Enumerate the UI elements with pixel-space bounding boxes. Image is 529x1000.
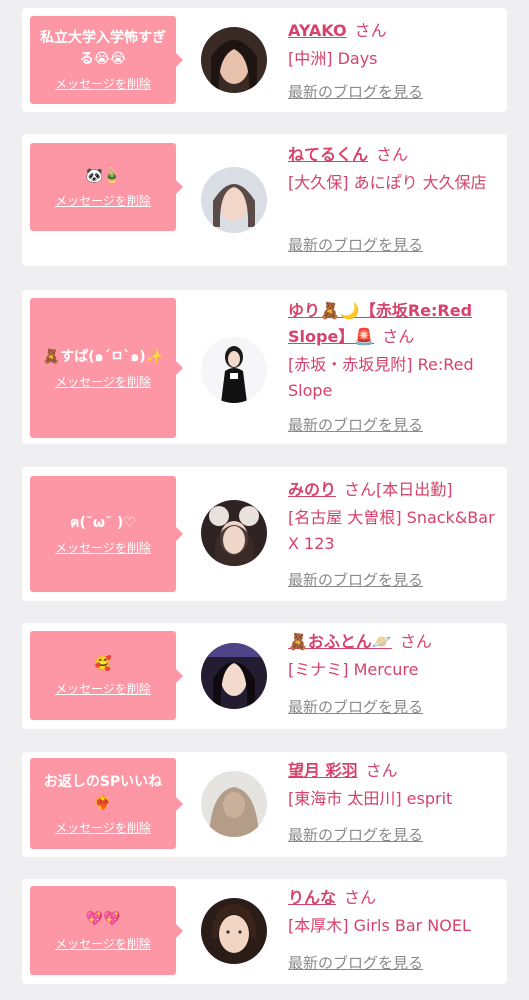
message-text: ฅ(˘ω˘ )♡ — [70, 514, 136, 531]
avatar[interactable] — [201, 771, 267, 837]
avatar[interactable] — [201, 27, 267, 93]
honorific: さん — [376, 145, 409, 164]
sender-name-link[interactable]: ねてるくん — [288, 145, 368, 164]
honorific: さん — [399, 632, 432, 651]
shop-label: [赤坂・赤坂見附] Re:Red Slope — [288, 355, 474, 400]
message-text: 🐼🎍 — [85, 167, 121, 184]
latest-blog-link[interactable]: 最新のブログを見る — [288, 697, 423, 717]
avatar[interactable] — [201, 167, 267, 233]
sender-info: AYAKO さん [中洲] Days — [288, 18, 498, 72]
sender-info: みのり さん[本日出勤] [名古屋 大曽根] Snack&Bar X 123 — [288, 477, 498, 557]
delete-message-link[interactable]: メッセージを削除 — [55, 820, 151, 836]
avatar[interactable] — [201, 898, 267, 964]
message-bubble: 🧸すぱ(๑´ㅁ`๑)✨ メッセージを削除 — [30, 298, 183, 438]
shop-label: [東海市 太田川] esprit — [288, 789, 453, 808]
message-card: 🐼🎍 メッセージを削除 ねてるくん さん [大久保] あにぽり 大久保店 最新のブ… — [22, 134, 507, 266]
message-card: 🧸すぱ(๑´ㅁ`๑)✨ メッセージを削除 ゆり🧸🌙【赤坂Re:Red Slope… — [22, 290, 507, 444]
shop-label: [本厚木] Girls Bar NOEL — [288, 916, 471, 935]
latest-blog-link[interactable]: 最新のブログを見る — [288, 82, 423, 102]
delete-message-link[interactable]: メッセージを削除 — [55, 76, 151, 92]
delete-message-link[interactable]: メッセージを削除 — [55, 193, 151, 209]
message-card: 💖💖 メッセージを削除 りんな さん [本厚木] Girls Bar NOEL 最… — [22, 879, 507, 984]
message-text: 🥰 — [94, 656, 112, 672]
latest-blog-link[interactable]: 最新のブログを見る — [288, 415, 423, 435]
sender-info: 🧸おふとん🪐 さん [ミナミ] Mercure — [288, 629, 498, 683]
avatar[interactable] — [201, 500, 267, 566]
message-bubble: 💖💖 メッセージを削除 — [30, 886, 183, 975]
shop-label: [中洲] Days — [288, 49, 378, 68]
sender-name-link[interactable]: 望月 彩羽 — [288, 761, 358, 780]
delete-message-link[interactable]: メッセージを削除 — [55, 936, 151, 952]
shop-label: [大久保] あにぽり 大久保店 — [288, 173, 487, 192]
message-card: ฅ(˘ω˘ )♡ メッセージを削除 みのり さん[本日出勤] [名古屋 大曽根] … — [22, 467, 507, 601]
sender-name-link[interactable]: AYAKO — [288, 21, 347, 40]
honorific: さん — [344, 888, 377, 907]
message-bubble: ฅ(˘ω˘ )♡ メッセージを削除 — [30, 476, 183, 592]
delete-message-link[interactable]: メッセージを削除 — [55, 681, 151, 697]
message-text: お返しのSPいいね❤️‍🔥 — [43, 773, 163, 811]
name-suffix: [本日出勤] — [376, 480, 453, 499]
message-text: 🧸すぱ(๑´ㅁ`๑)✨ — [42, 348, 164, 365]
latest-blog-link[interactable]: 最新のブログを見る — [288, 825, 423, 845]
honorific: さん — [344, 480, 377, 499]
sender-info: りんな さん [本厚木] Girls Bar NOEL — [288, 885, 498, 939]
shop-label: [ミナミ] Mercure — [288, 660, 419, 679]
message-bubble: 🥰 メッセージを削除 — [30, 631, 183, 720]
sender-name-link[interactable]: りんな — [288, 888, 336, 907]
delete-message-link[interactable]: メッセージを削除 — [55, 540, 151, 556]
sender-info: ゆり🧸🌙【赤坂Re:Red Slope】🚨 さん [赤坂・赤坂見附] Re:Red… — [288, 298, 498, 404]
honorific: さん — [354, 21, 387, 40]
avatar[interactable] — [201, 643, 267, 709]
message-bubble: お返しのSPいいね❤️‍🔥 メッセージを削除 — [30, 758, 183, 849]
message-text: 私立大学入学怖すぎる😭😭 — [40, 30, 166, 67]
delete-message-link[interactable]: メッセージを削除 — [55, 374, 151, 390]
sender-info: 望月 彩羽 さん [東海市 太田川] esprit — [288, 758, 498, 812]
sender-info: ねてるくん さん [大久保] あにぽり 大久保店 — [288, 142, 498, 196]
latest-blog-link[interactable]: 最新のブログを見る — [288, 570, 423, 590]
sender-name-link[interactable]: みのり — [288, 480, 336, 499]
message-bubble: 私立大学入学怖すぎる😭😭 メッセージを削除 — [30, 16, 183, 104]
shop-label: [名古屋 大曽根] Snack&Bar X 123 — [288, 508, 495, 553]
avatar[interactable] — [201, 337, 267, 403]
honorific: さん — [365, 761, 398, 780]
sender-name-link[interactable]: 🧸おふとん🪐 — [288, 632, 392, 651]
latest-blog-link[interactable]: 最新のブログを見る — [288, 953, 423, 973]
latest-blog-link[interactable]: 最新のブログを見る — [288, 235, 423, 255]
message-card: 🥰 メッセージを削除 🧸おふとん🪐 さん [ミナミ] Mercure 最新のブログ… — [22, 623, 507, 729]
message-card: 私立大学入学怖すぎる😭😭 メッセージを削除 AYAKO さん [中洲] Days … — [22, 8, 507, 112]
message-text: 💖💖 — [85, 911, 121, 927]
message-card: お返しのSPいいね❤️‍🔥 メッセージを削除 望月 彩羽 さん [東海市 太田川]… — [22, 752, 507, 857]
sender-name-link[interactable]: ゆり🧸🌙【赤坂Re:Red Slope】🚨 — [288, 301, 472, 346]
message-bubble: 🐼🎍 メッセージを削除 — [30, 143, 183, 231]
honorific: さん — [382, 327, 415, 346]
